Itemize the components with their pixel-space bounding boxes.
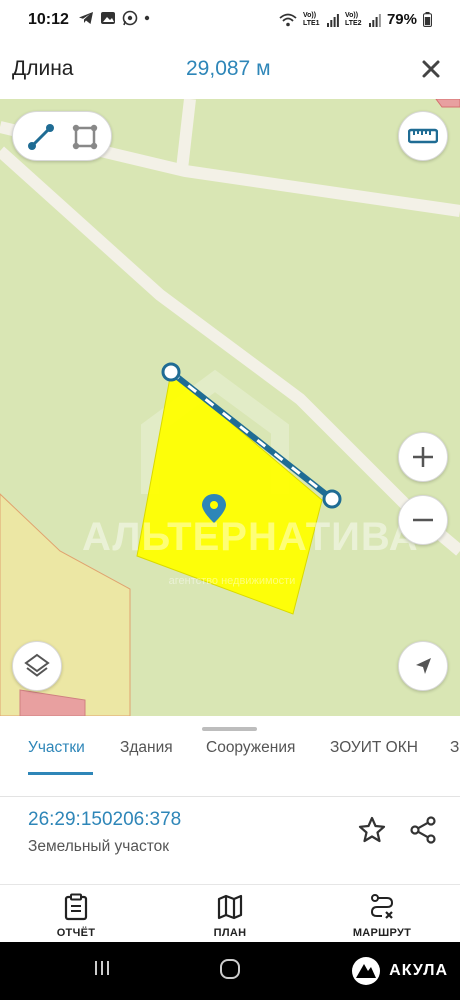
star-icon[interactable] [357, 815, 387, 845]
sheet-drag-handle[interactable] [202, 727, 257, 731]
nav-plan[interactable]: ПЛАН [170, 889, 290, 941]
signal-1-icon [326, 13, 339, 27]
nav-route-label: МАРШРУТ [352, 927, 412, 939]
layers-icon [24, 653, 50, 677]
measure-header: Длина 29,087 м [0, 42, 460, 99]
sim2-label: Vo)) LTE2 [344, 11, 362, 27]
parcel-type: Земельный участок [28, 838, 170, 855]
app-screen: 10:12 Vo)) LTE1 Vo)) LTE2 79% Длина 29,0… [0, 0, 460, 1000]
shark-logo-icon [352, 957, 381, 985]
close-icon[interactable] [416, 54, 446, 84]
nav-report-label: ОТЧЁТ [56, 927, 96, 939]
status-right: Vo)) LTE1 Vo)) LTE2 79% [279, 11, 432, 28]
whatsapp-icon [122, 10, 138, 26]
gallery-icon [101, 12, 115, 24]
bottom-navigation: ОТЧЁТ ПЛАН МАРШРУТ [0, 884, 460, 942]
signal-2-icon [368, 13, 381, 27]
brand-watermark: АКУЛА [351, 956, 448, 986]
road-vertical [176, 99, 196, 170]
nav-report[interactable]: ОТЧЁТ [16, 889, 136, 941]
layers-button[interactable] [12, 641, 62, 691]
notification-icons [78, 10, 150, 26]
tabs-divider [0, 796, 460, 797]
my-location-button[interactable] [398, 641, 448, 691]
measure-point-start [161, 362, 181, 382]
area-measure-icon[interactable] [69, 121, 101, 153]
plus-icon [413, 447, 433, 467]
nav-route[interactable]: МАРШРУТ [322, 889, 442, 941]
watermark-text: АЛЬТЕРНАТИВА [82, 515, 419, 559]
measure-title: Длина [12, 57, 74, 80]
sim1-label: Vo)) LTE1 [302, 11, 320, 27]
map-view[interactable]: АЛЬТЕРНАТИВА агентство недвижимости [0, 99, 460, 716]
parcel-cadastral-number[interactable]: 26:29:150206:378 [28, 809, 181, 831]
measure-value: 29,087 м [186, 57, 271, 80]
tab-structures[interactable]: Сооружения [206, 739, 295, 757]
line-measure-icon[interactable] [25, 121, 57, 153]
zoom-in-button[interactable] [398, 432, 448, 482]
measure-tool-selector [12, 111, 112, 161]
clipboard-icon [64, 893, 88, 921]
home-icon[interactable] [219, 958, 241, 980]
telegram-icon [79, 12, 93, 24]
status-bar: 10:12 Vo)) LTE1 Vo)) LTE2 79% [0, 0, 460, 42]
zoom-out-button[interactable] [398, 495, 448, 545]
wifi-icon [279, 13, 297, 26]
object-info-sheet: Участки Здания Сооружения ЗОУИТ ОКН З 26… [0, 716, 460, 884]
minus-icon [413, 518, 433, 522]
tab-zouit-okn[interactable]: ЗОУИТ ОКН [330, 739, 418, 757]
measure-point-end [322, 489, 342, 509]
brand-text: АКУЛА [389, 962, 448, 979]
ruler-button[interactable] [398, 111, 448, 161]
share-icon[interactable] [408, 815, 438, 845]
watermark-subtext: агентство недвижимости [168, 575, 296, 587]
system-navigation-bar: АКУЛА [0, 942, 460, 1000]
map-canvas [0, 99, 460, 716]
status-time: 10:12 [28, 11, 69, 28]
tab-buildings[interactable]: Здания [120, 739, 173, 757]
recent-apps-icon[interactable] [92, 958, 112, 978]
tab-more[interactable]: З [450, 739, 459, 757]
map-icon [217, 894, 243, 920]
tab-parcels[interactable]: Участки [28, 739, 85, 757]
nav-plan-label: ПЛАН [213, 927, 247, 939]
category-tabs: Участки Здания Сооружения ЗОУИТ ОКН З [0, 736, 460, 797]
navigation-arrow-icon [416, 658, 431, 674]
active-tab-indicator [28, 772, 93, 775]
battery-percent: 79% [386, 11, 417, 28]
neighbor-parcel-topright [435, 99, 460, 108]
route-icon [370, 894, 394, 919]
dot-icon [144, 15, 150, 21]
battery-icon [423, 12, 432, 27]
ruler-icon [408, 128, 438, 144]
